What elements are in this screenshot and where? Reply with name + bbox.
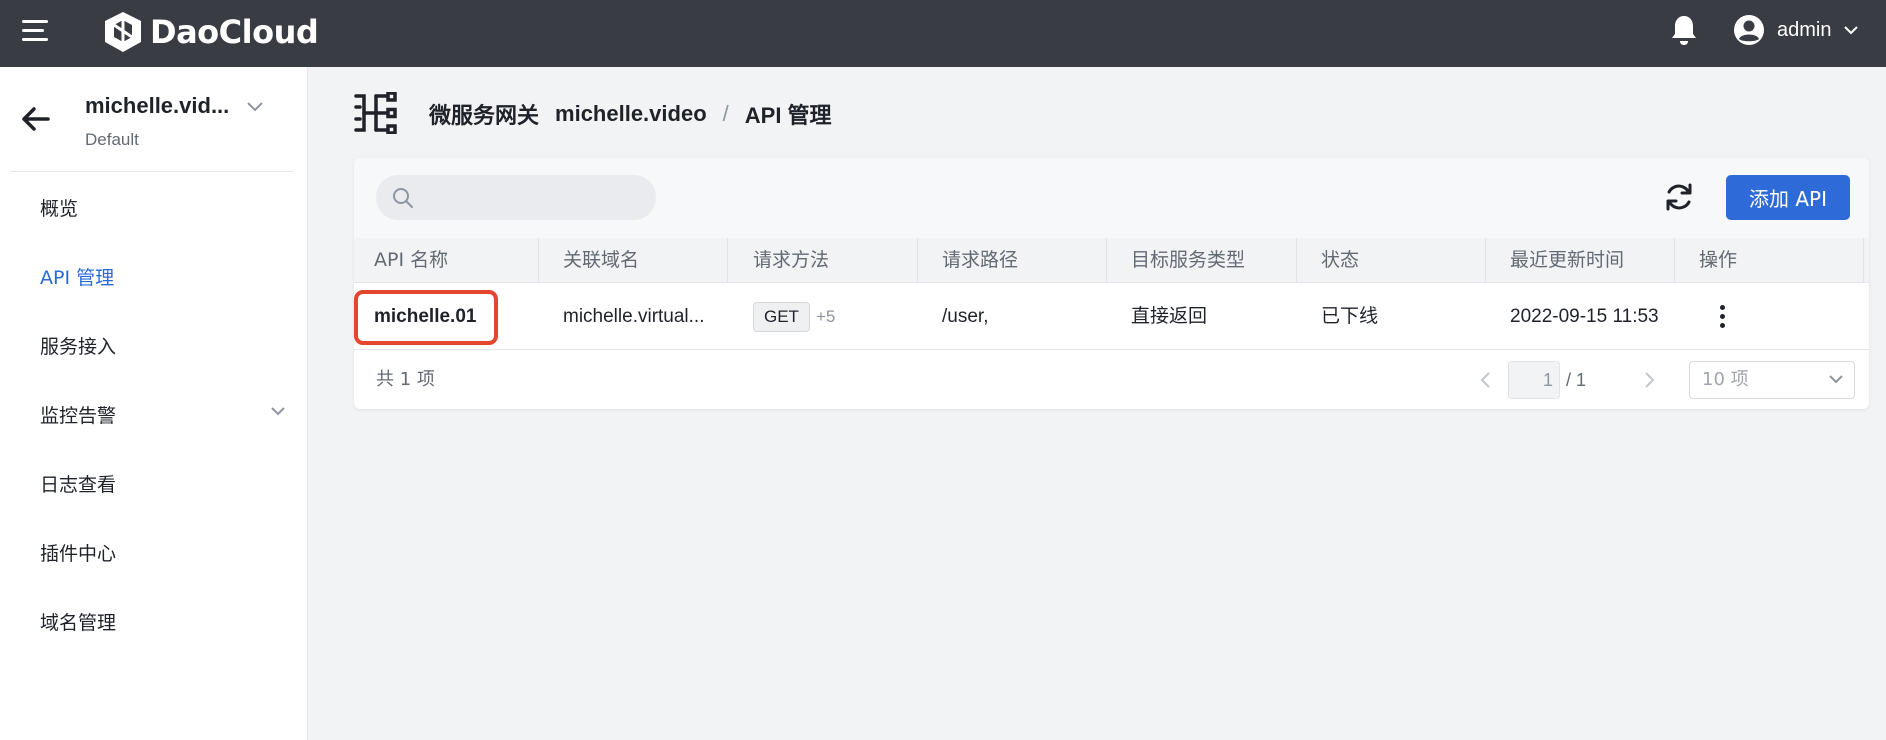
column-divider — [1863, 238, 1864, 283]
menu-icon[interactable] — [22, 17, 52, 45]
brand-name: DaoCloud — [150, 13, 319, 51]
api-name-link[interactable]: michelle.01 — [374, 283, 476, 350]
table-header: API 名称 关联域名 请求方法 请求路径 目标服务类型 状态 最近更新时间 操… — [354, 238, 1869, 283]
column-divider — [1674, 238, 1675, 283]
sidebar-item-domains[interactable]: 域名管理 — [40, 608, 116, 635]
back-arrow-icon[interactable] — [20, 105, 52, 133]
notification-bell-icon[interactable] — [1668, 13, 1700, 47]
page-size-value: 10 项 — [1702, 369, 1749, 390]
top-bar: DaoCloud admin — [0, 0, 1886, 67]
workspace-selector[interactable]: michelle.vid... — [85, 93, 229, 119]
user-avatar-icon — [1734, 15, 1764, 45]
column-header-method[interactable]: 请求方法 — [753, 238, 829, 283]
column-divider — [538, 238, 539, 283]
domain-cell: michelle.virtual... — [563, 306, 705, 327]
more-actions-icon[interactable] — [1716, 305, 1728, 331]
table-row: michelle.01 michelle.virtual... GET +5 /u… — [354, 283, 1869, 350]
sidebar-divider — [10, 171, 293, 172]
column-divider — [1296, 238, 1297, 283]
breadcrumb-gateway[interactable]: 微服务网关 — [429, 98, 539, 130]
gateway-icon — [354, 91, 398, 135]
refresh-icon[interactable] — [1662, 180, 1696, 214]
add-api-button[interactable]: 添加 API — [1726, 175, 1850, 220]
brand-logo[interactable]: DaoCloud — [102, 7, 319, 57]
breadcrumb: 微服务网关 michelle.video / API 管理 — [429, 98, 832, 130]
sidebar-item-monitoring[interactable]: 监控告警 — [40, 401, 116, 428]
page-total: / 1 — [1566, 370, 1587, 390]
workspace-subtitle: Default — [85, 130, 139, 149]
column-header-domain[interactable]: 关联域名 — [563, 238, 639, 283]
column-header-status[interactable]: 状态 — [1321, 238, 1359, 283]
chevron-down-icon — [1844, 26, 1859, 35]
breadcrumb-instance[interactable]: michelle.video — [555, 101, 707, 127]
sidebar: michelle.vid... Default 概览 API 管理 服务接入 监… — [0, 67, 308, 740]
chevron-down-icon[interactable] — [246, 101, 264, 112]
chevron-down-icon — [1829, 375, 1843, 384]
method-cell: GET +5 — [753, 283, 835, 350]
sidebar-item-overview[interactable]: 概览 — [40, 194, 78, 221]
column-header-actions: 操作 — [1699, 249, 1738, 271]
column-divider — [917, 238, 918, 283]
chevron-right-icon[interactable] — [1644, 371, 1656, 389]
column-header-api-name[interactable]: API 名称 — [374, 238, 448, 283]
page-size-select[interactable]: 10 项 — [1689, 361, 1855, 399]
search-icon — [393, 187, 413, 208]
column-header-target-type[interactable]: 目标服务类型 — [1131, 238, 1245, 283]
breadcrumb-separator: / — [722, 101, 729, 126]
column-divider — [727, 238, 728, 283]
status-cell: 已下线 — [1321, 306, 1379, 327]
sidebar-item-api-management[interactable]: API 管理 — [40, 263, 114, 290]
method-more-count[interactable]: +5 — [816, 307, 835, 326]
updated-cell: 2022-09-15 11:53 — [1510, 306, 1659, 327]
user-menu[interactable]: admin — [1733, 13, 1859, 47]
target-type-cell: 直接返回 — [1131, 306, 1208, 327]
page-number-input[interactable]: 1 — [1508, 361, 1560, 399]
column-header-updated[interactable]: 最近更新时间 — [1510, 238, 1624, 283]
table-footer: 共 1 项 1 / 1 10 项 — [354, 351, 1869, 409]
user-name: admin — [1777, 18, 1832, 41]
daocloud-logo-icon — [105, 12, 141, 52]
search-input[interactable] — [424, 187, 644, 208]
breadcrumb-current: API 管理 — [744, 103, 832, 128]
total-count: 共 1 项 — [376, 369, 435, 390]
column-divider — [1106, 238, 1107, 283]
column-header-path[interactable]: 请求路径 — [942, 238, 1018, 283]
column-divider — [1485, 238, 1486, 283]
chevron-down-icon[interactable] — [270, 406, 286, 416]
search-box[interactable] — [376, 175, 656, 220]
path-cell: /user, — [942, 306, 989, 327]
table-toolbar: 添加 API — [354, 158, 1869, 238]
chevron-left-icon[interactable] — [1479, 371, 1491, 389]
sidebar-item-plugins[interactable]: 插件中心 — [40, 539, 116, 566]
sidebar-item-service-access[interactable]: 服务接入 — [40, 332, 116, 359]
method-tag: GET — [753, 301, 810, 332]
api-table-card: 添加 API API 名称 关联域名 请求方法 请求路径 目标服务类型 状态 最… — [354, 158, 1869, 409]
sidebar-item-logs[interactable]: 日志查看 — [40, 470, 116, 497]
